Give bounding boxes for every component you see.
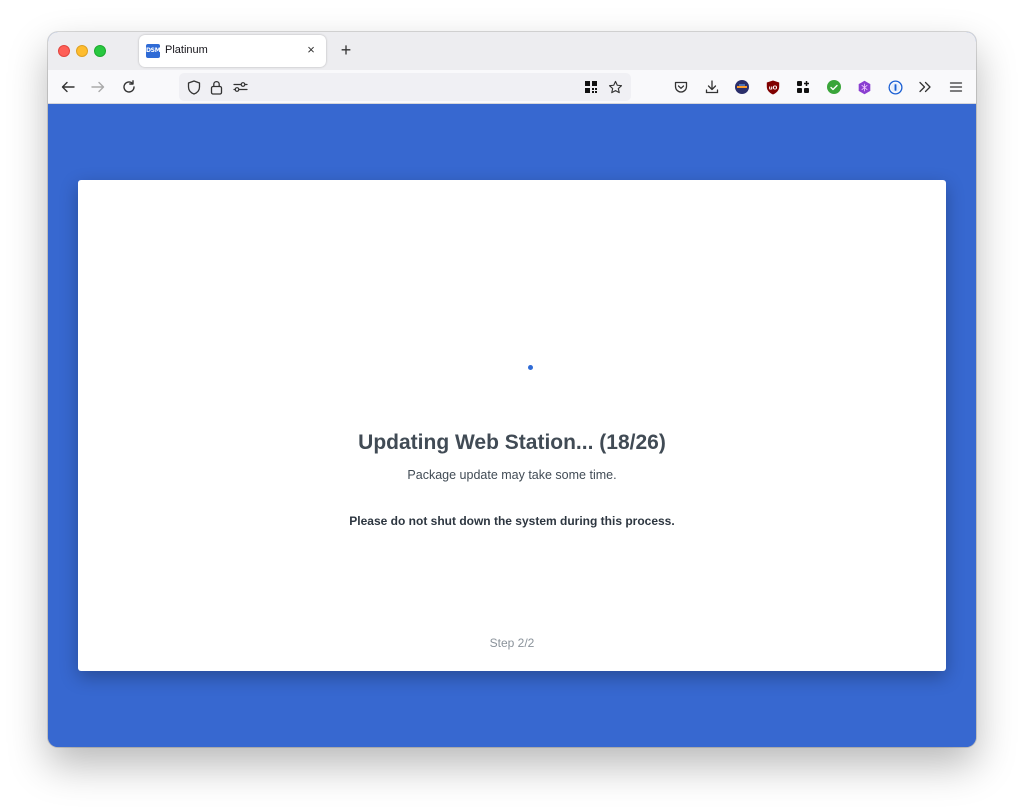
zoom-window-button[interactable] — [94, 45, 106, 57]
page-content: Updating Web Station... (18/26) Package … — [48, 105, 976, 747]
reload-icon — [123, 80, 135, 93]
checkmark-extension-button[interactable] — [824, 77, 844, 97]
ublock-origin-icon: uO — [766, 80, 780, 94]
permissions-button[interactable] — [230, 77, 250, 97]
permissions-icon — [232, 82, 248, 92]
purple-extension-button[interactable] — [854, 77, 874, 97]
forward-button[interactable] — [88, 77, 108, 97]
svg-text:uO: uO — [769, 85, 778, 91]
step-indicator: Step 2/2 — [489, 636, 535, 650]
app-menu-button[interactable] — [946, 77, 966, 97]
extension-globe-icon — [735, 80, 749, 94]
pocket-button[interactable] — [671, 77, 691, 97]
update-subtext: Package update may take some time. — [407, 468, 617, 482]
hamburger-menu-icon — [949, 82, 963, 92]
back-button[interactable] — [58, 77, 78, 97]
lock-icon — [210, 80, 222, 95]
downloads-button[interactable] — [702, 77, 722, 97]
address-bar[interactable] — [179, 73, 631, 101]
1password-icon — [887, 79, 903, 95]
dsm-favicon-icon: DSM — [146, 44, 161, 58]
qr-code-icon — [585, 81, 597, 93]
tab-platinum[interactable]: DSM Platinum × — [139, 35, 326, 67]
grid-extension-button[interactable] — [793, 77, 813, 97]
tracking-protection-button[interactable] — [184, 77, 204, 97]
purple-extension-icon — [858, 80, 870, 94]
ublock-origin-button[interactable]: uO — [763, 77, 783, 97]
shield-icon — [187, 79, 201, 95]
checkmark-extension-icon — [827, 80, 841, 94]
update-dialog: Updating Web Station... (18/26) Package … — [78, 180, 946, 671]
extension-globe-button[interactable] — [732, 77, 752, 97]
bookmark-star-button[interactable] — [605, 77, 625, 97]
tab-close-icon[interactable]: × — [304, 43, 318, 57]
loading-spinner-icon — [528, 365, 533, 370]
overflow-menu-button[interactable] — [915, 77, 935, 97]
pocket-icon — [674, 81, 688, 93]
back-arrow-icon — [61, 81, 75, 93]
reload-button[interactable] — [119, 77, 139, 97]
qr-code-button[interactable] — [581, 77, 601, 97]
star-icon — [608, 80, 622, 93]
download-icon — [705, 80, 719, 94]
navigation-toolbar: uO — [48, 70, 976, 104]
browser-window: DSM Platinum × + uO Updating Web Station… — [48, 32, 976, 747]
close-window-button[interactable] — [58, 45, 70, 57]
tab-bar: DSM Platinum × + — [48, 32, 976, 70]
1password-button[interactable] — [885, 77, 905, 97]
grid-plus-icon — [797, 81, 809, 93]
forward-arrow-icon — [91, 81, 105, 93]
update-heading: Updating Web Station... (18/26) — [358, 431, 666, 454]
site-info-button[interactable] — [206, 77, 226, 97]
new-tab-button[interactable]: + — [337, 41, 355, 59]
tab-title: Platinum — [165, 44, 208, 56]
shutdown-warning: Please do not shut down the system durin… — [349, 514, 675, 528]
minimize-window-button[interactable] — [76, 45, 88, 57]
overflow-menu-icon — [919, 81, 931, 93]
